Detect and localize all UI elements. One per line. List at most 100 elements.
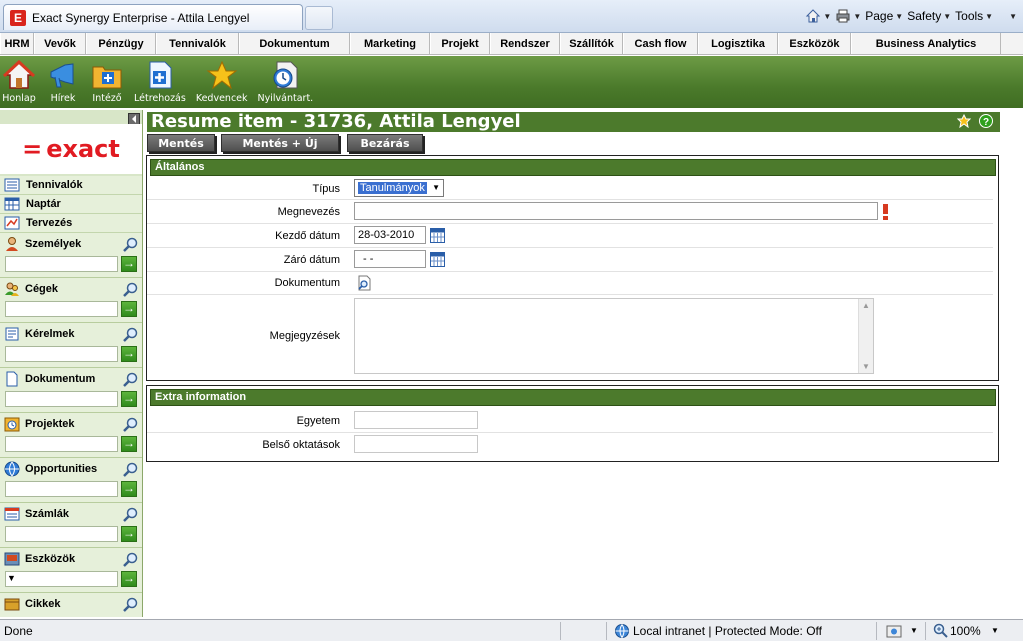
print-command[interactable]: ▼ [835, 8, 861, 24]
sidebar-item-planning[interactable]: Tervezés [0, 214, 142, 233]
documents-go-button[interactable]: → [121, 391, 137, 407]
scroll-down-icon: ▼ [862, 362, 870, 371]
sidebar-section-requests: Kérelmek → [0, 323, 142, 368]
menu-item-eszközök[interactable]: Eszközök [778, 33, 851, 54]
menu-item-hrm[interactable]: HRM [0, 33, 34, 54]
browser-toolbar: E Exact Synergy Enterprise - Attila Leng… [0, 0, 1023, 33]
requests-search-input[interactable] [5, 346, 118, 362]
news-tool[interactable]: Hírek [46, 56, 80, 108]
chevron-down-icon[interactable]: ▼ [991, 626, 999, 635]
documents-search-input[interactable] [5, 391, 118, 407]
browser-tab[interactable]: E Exact Synergy Enterprise - Attila Leng… [3, 4, 303, 30]
document-browse-icon[interactable] [357, 275, 372, 291]
home-command[interactable]: ▼ [805, 8, 831, 24]
menu-item-pénzügy[interactable]: Pénzügy [86, 33, 156, 54]
search-icon[interactable] [123, 282, 138, 297]
command-bar: ▼ ▼ Page▼ Safety▼ Tools▼ G ? ▼ [805, 6, 1017, 26]
start-date-label: Kezdő dátum [275, 230, 340, 242]
safety-menu[interactable]: Safety ▼ [907, 9, 951, 23]
people-search-input[interactable] [5, 256, 118, 272]
invoices-go-button[interactable]: → [121, 526, 137, 542]
zoom-level[interactable]: 100% [950, 624, 981, 638]
start-date-input[interactable]: 28-03-2010 [354, 226, 426, 244]
add-favorite-icon[interactable] [957, 114, 971, 128]
projects-search-input[interactable] [5, 436, 118, 452]
menu-item-cash-flow[interactable]: Cash flow [623, 33, 698, 54]
sidebar-item-calendar[interactable]: Naptár [0, 195, 142, 214]
search-icon[interactable] [123, 507, 138, 522]
main-menu: HRM Vevők Pénzügy Tennivalók Dokumentum Marke… [0, 33, 1023, 55]
search-icon[interactable] [123, 462, 138, 477]
menu-item-business-analytics[interactable]: Business Analytics [851, 33, 1001, 54]
calendar-icon[interactable] [430, 252, 445, 267]
save-new-button[interactable]: Mentés + Új [221, 134, 339, 152]
start-date-row: Kezdő dátum 28-03-2010 [147, 224, 993, 248]
university-input[interactable] [354, 411, 478, 429]
companies-go-button[interactable]: → [121, 301, 137, 317]
close-button[interactable]: Bezárás [347, 134, 423, 152]
menu-item-logisztika[interactable]: Logisztika [698, 33, 778, 54]
security-zone[interactable]: Local intranet | Protected Mode: Off [633, 624, 822, 638]
zoom-icon [933, 623, 948, 638]
quick-toolbar: Honlap Hírek Intéző Létrehozás Kedvencek… [0, 56, 1023, 108]
type-select[interactable]: Tanulmányok ▼ [354, 179, 444, 197]
sidebar-section-items-label: Cikkek [25, 597, 61, 610]
save-button[interactable]: Mentés [147, 134, 215, 152]
home-tool[interactable]: Honlap [2, 56, 36, 108]
logo-text: exact [46, 135, 120, 163]
manager-tool-label: Intéző [92, 93, 122, 104]
menu-item-rendszer[interactable]: Rendszer [490, 33, 560, 54]
menu-item-szállítók[interactable]: Szállítók [560, 33, 623, 54]
planning-icon [4, 216, 20, 230]
companies-search-input[interactable] [5, 301, 118, 317]
todo-list-icon [4, 178, 20, 192]
document-row: Dokumentum [147, 272, 993, 295]
search-icon[interactable] [123, 597, 138, 612]
assets-go-button[interactable]: → [121, 571, 137, 587]
people-go-button[interactable]: → [121, 256, 137, 272]
sidebar-item-todo[interactable]: Tennivalók [0, 176, 142, 195]
search-icon[interactable] [123, 237, 138, 252]
favorites-tool[interactable]: Kedvencek [196, 56, 248, 108]
sidebar-section-people-label: Személyek [25, 237, 82, 250]
end-date-input[interactable]: - - [354, 250, 426, 268]
chevron-down-icon: ▼ [7, 573, 16, 583]
general-section: Általános Típus Tanulmányok ▼ Megnevezés… [146, 155, 999, 381]
notes-textarea[interactable] [354, 298, 874, 374]
internal-training-input[interactable] [354, 435, 478, 453]
search-icon[interactable] [123, 552, 138, 567]
notes-scrollbar[interactable]: ▲ ▼ [858, 299, 873, 373]
help-icon[interactable]: ? [979, 114, 993, 128]
assets-select[interactable]: ▼ [5, 571, 118, 587]
menu-item-marketing[interactable]: Marketing [350, 33, 430, 54]
scroll-up-icon: ▲ [862, 301, 870, 310]
create-tool[interactable]: Létrehozás [134, 56, 186, 108]
assets-icon [4, 552, 20, 565]
requests-go-button[interactable]: → [121, 346, 137, 362]
search-icon[interactable] [123, 372, 138, 387]
sidebar-section-invoices-label: Számlák [25, 507, 70, 520]
menu-item-projekt[interactable]: Projekt [430, 33, 490, 54]
name-input[interactable] [354, 202, 878, 220]
end-date-label: Záró dátum [283, 254, 340, 266]
page-menu[interactable]: Page ▼ [865, 9, 903, 23]
chevron-down-icon[interactable]: ▼ [910, 626, 918, 635]
menu-item-vevők[interactable]: Vevők [34, 33, 86, 54]
invoices-search-input[interactable] [5, 526, 118, 542]
projects-go-button[interactable]: → [121, 436, 137, 452]
search-icon[interactable] [123, 327, 138, 342]
opportunities-go-button[interactable]: → [121, 481, 137, 497]
calendar-icon[interactable] [430, 228, 445, 243]
opportunities-search-input[interactable] [5, 481, 118, 497]
menu-item-tennivalók[interactable]: Tennivalók [156, 33, 239, 54]
menu-item-dokumentum[interactable]: Dokumentum [239, 33, 350, 54]
svg-text:?: ? [983, 117, 989, 128]
exact-logo: = exact [0, 124, 142, 174]
search-icon[interactable] [123, 417, 138, 432]
register-tool[interactable]: Nyilvántart. [257, 56, 314, 108]
new-tab-button[interactable] [305, 6, 333, 30]
manager-tool[interactable]: Intéző [90, 56, 124, 108]
register-tool-label: Nyilvántart. [257, 93, 314, 104]
protected-mode-icon[interactable] [886, 623, 906, 639]
tools-menu[interactable]: Tools ▼ [955, 9, 993, 23]
